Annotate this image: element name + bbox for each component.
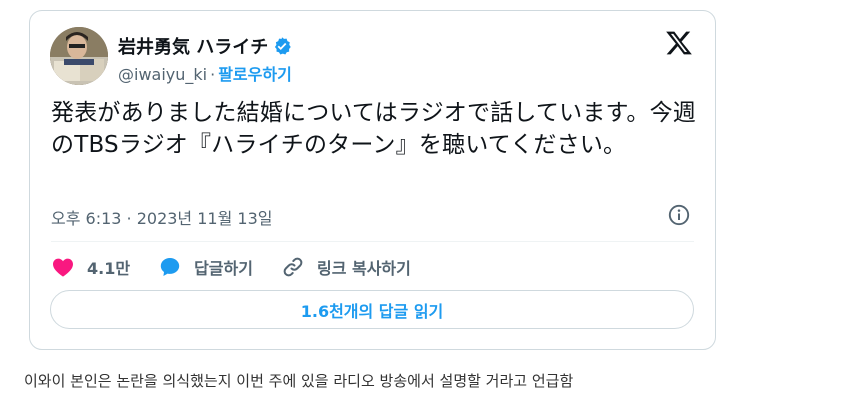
tweet-actions: 4.1만 답글하기 링크 복사하기 xyxy=(51,254,411,280)
x-logo-icon[interactable] xyxy=(665,29,693,57)
like-button[interactable]: 4.1만 xyxy=(51,255,130,279)
tweet-text: 発表がありました結婚についてはラジオで話しています。今週のTBSラジオ『ハライチ… xyxy=(51,100,696,158)
author-name-row: 岩井勇気 ハライチ xyxy=(118,33,292,59)
follow-button[interactable]: 팔로우하기 xyxy=(218,65,292,84)
author-display-name[interactable]: 岩井勇気 ハライチ xyxy=(118,33,268,59)
read-replies-button[interactable]: 1.6천개의 답글 읽기 xyxy=(50,290,694,329)
divider xyxy=(51,241,694,242)
heart-icon xyxy=(53,258,73,277)
reply-button[interactable]: 답글하기 xyxy=(158,255,253,279)
reply-label: 답글하기 xyxy=(194,259,253,278)
author-avatar[interactable] xyxy=(50,27,108,85)
author-handle[interactable]: @iwaiyu_ki xyxy=(118,65,207,84)
like-count: 4.1만 xyxy=(87,259,131,278)
verified-badge-icon xyxy=(272,36,292,56)
author-handle-row: @iwaiyu_ki · 팔로우하기 xyxy=(118,61,292,85)
info-icon[interactable] xyxy=(667,203,691,227)
separator-dot: · xyxy=(210,65,216,84)
reply-bubble-icon xyxy=(160,258,180,276)
copy-link-button[interactable]: 링크 복사하기 xyxy=(281,255,411,279)
tweet-timestamp[interactable]: 오후 6:13 · 2023년 11월 13일 xyxy=(51,205,272,229)
caption-text: 이와이 본인은 논란을 의식했는지 이번 주에 있을 라디오 방송에서 설명할 … xyxy=(24,372,574,390)
embedded-tweet-card: 岩井勇気 ハライチ @iwaiyu_ki · 팔로우하기 発表がありました結婚につい… xyxy=(29,10,716,350)
copy-link-label: 링크 복사하기 xyxy=(316,259,411,278)
link-icon xyxy=(283,257,303,277)
